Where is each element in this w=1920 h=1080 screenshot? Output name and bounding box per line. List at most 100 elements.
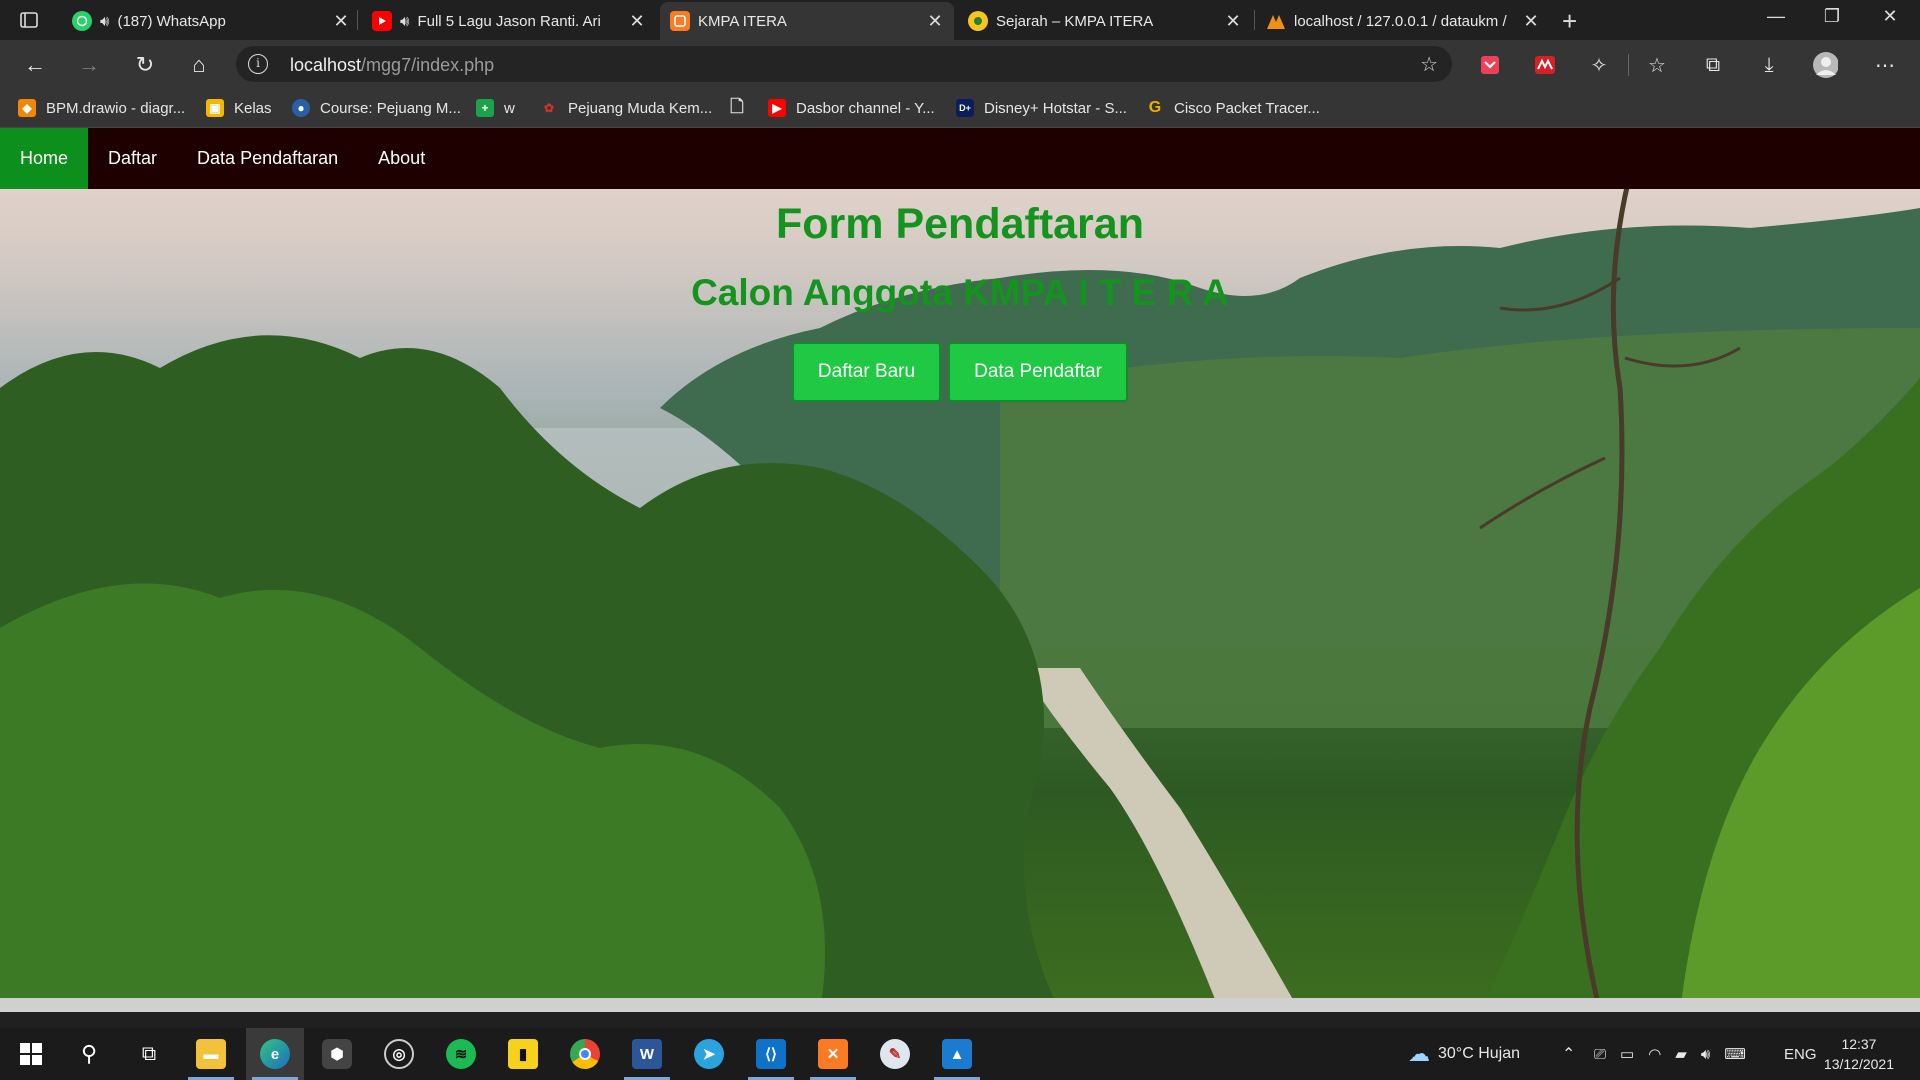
speaker-icon[interactable]: 🔊︎ [100, 13, 109, 30]
close-tab-icon[interactable]: ✕ [1522, 11, 1540, 32]
url-path: /mgg7/index.php [361, 55, 495, 75]
horizontal-scrollbar[interactable] [0, 998, 1920, 1012]
profile-avatar[interactable] [1812, 52, 1838, 78]
downloads-icon[interactable]: ⤓ [1756, 52, 1782, 78]
google-icon: G [1148, 99, 1162, 116]
tab-bar: 🔊︎ (187) WhatsApp ✕ 🔊︎ Full 5 Lagu Jason… [0, 0, 1920, 40]
bookmark-item[interactable]: G Cisco Packet Tracer... [1146, 96, 1320, 120]
extensions-icon[interactable]: ✧ [1586, 52, 1612, 78]
nav-about[interactable]: About [358, 128, 445, 189]
course-icon: ● [292, 99, 310, 117]
taskbar-edge[interactable]: e [246, 1028, 304, 1080]
mendeley-extension-icon[interactable] [1532, 52, 1558, 78]
minimize-icon[interactable]: — [1756, 6, 1796, 27]
bookmark-item[interactable]: + w [476, 96, 515, 120]
taskbar-file-explorer[interactable]: ▬ [182, 1028, 240, 1080]
search-button[interactable]: ⚲ [60, 1028, 118, 1080]
tab-actions-icon[interactable] [16, 8, 42, 32]
home-icon[interactable]: ⌂ [184, 50, 214, 80]
bookmark-item[interactable]: ✿ Pejuang Muda Kem... [540, 96, 712, 120]
taskbar-paint[interactable]: ✎ [866, 1028, 924, 1080]
pocket-extension-icon[interactable] [1477, 52, 1503, 78]
drawio-icon: ◆ [18, 99, 36, 117]
bookmark-item[interactable]: ▶ Dasbor channel - Y... [768, 96, 935, 120]
meet-now-icon[interactable]: ⎚ [1594, 1046, 1606, 1063]
tab-whatsapp[interactable]: 🔊︎ (187) WhatsApp ✕ [62, 2, 360, 40]
bookmark-item[interactable]: D+ Disney+ Hotstar - S... [956, 96, 1127, 120]
show-hidden-icons[interactable]: ⌃ [1562, 1028, 1575, 1080]
bookmark-label: Dasbor channel - Y... [796, 99, 935, 117]
language-indicator[interactable]: ENG [1784, 1028, 1817, 1080]
bookmark-label: w [504, 99, 515, 117]
page-title: Form Pendaftaran [776, 200, 1144, 248]
chrome-icon [570, 1039, 600, 1069]
taskbar-word[interactable]: W [618, 1028, 676, 1080]
taskbar-sticky-notes[interactable]: ▮ [494, 1028, 552, 1080]
site-navbar: Home Daftar Data Pendaftaran About [0, 128, 1920, 189]
tab-phpmyadmin[interactable]: localhost / 127.0.0.1 / dataukm / ✕ [1256, 2, 1550, 40]
taskbar-vscode[interactable]: ⟨⟩ [742, 1028, 800, 1080]
xampp-icon [670, 11, 690, 31]
data-pendaftar-button[interactable]: Data Pendaftar [948, 342, 1128, 402]
wifi-icon[interactable]: ◠ [1648, 1045, 1661, 1063]
clock-date: 13/12/2021 [1823, 1056, 1894, 1072]
bookmark-item[interactable]: ◆ BPM.drawio - diagr... [18, 96, 185, 120]
close-tab-icon[interactable]: ✕ [1224, 11, 1242, 32]
close-tab-icon[interactable]: ✕ [332, 11, 350, 32]
taskbar-obs[interactable]: ⬢ [308, 1028, 366, 1080]
start-icon [20, 1043, 42, 1065]
site-info-icon[interactable]: i [248, 54, 268, 74]
keyboard-icon[interactable]: ⌨ [1724, 1045, 1746, 1063]
refresh-icon[interactable]: ↻ [130, 50, 160, 80]
taskbar-xampp[interactable]: ✕ [804, 1028, 862, 1080]
word-icon: W [632, 1039, 662, 1069]
taskbar-aperture[interactable]: ◎ [370, 1028, 428, 1080]
tab-youtube[interactable]: 🔊︎ Full 5 Lagu Jason Ranti. Ari ✕ [362, 2, 656, 40]
nav-data-pendaftaran[interactable]: Data Pendaftaran [177, 128, 358, 189]
nav-home[interactable]: Home [0, 128, 89, 189]
bookmark-item[interactable]: ● Course: Pejuang M... [292, 96, 461, 120]
daftar-baru-button[interactable]: Daftar Baru [792, 342, 941, 402]
toolbar-divider [1628, 54, 1629, 76]
disney-icon: D+ [956, 99, 974, 117]
tab-kmpa-itera[interactable]: KMPA ITERA ✕ [660, 2, 954, 40]
youtube-icon: ▶ [768, 99, 786, 117]
task-view-button[interactable]: ⧉ [120, 1028, 178, 1080]
taskbar-photos[interactable]: ▲ [928, 1028, 986, 1080]
speaker-icon[interactable]: 🔊︎ [400, 13, 409, 30]
tab-title: Full 5 Lagu Jason Ranti. Ari [417, 12, 601, 30]
bookmark-item[interactable]: ▣ Kelas [206, 96, 272, 120]
close-tab-icon[interactable]: ✕ [926, 11, 944, 32]
battery-icon[interactable]: ▰ [1675, 1045, 1687, 1063]
volume-icon[interactable]: 🔊︎ [1701, 1046, 1710, 1063]
bookmark-item[interactable]: 🗋 [728, 96, 756, 120]
favorites-icon[interactable]: ☆ [1644, 52, 1670, 78]
paint-icon: ✎ [880, 1039, 910, 1069]
system-tray: ⎚ ▭ ◠ ▰ 🔊︎ ⌨ [1594, 1028, 1746, 1080]
nav-daftar[interactable]: Daftar [88, 128, 177, 189]
start-button[interactable] [2, 1028, 60, 1080]
project-icon[interactable]: ▭ [1620, 1045, 1634, 1063]
forward-icon[interactable]: → [74, 50, 104, 80]
close-tab-icon[interactable]: ✕ [628, 11, 646, 32]
taskbar-telegram[interactable]: ➤ [680, 1028, 738, 1080]
back-icon[interactable]: ← [20, 50, 50, 80]
add-favorite-icon[interactable]: ☆ [1420, 52, 1438, 77]
photos-icon: ▲ [942, 1039, 972, 1069]
new-tab-icon[interactable]: + [1562, 6, 1577, 37]
kmpa-logo-icon [968, 11, 988, 31]
page-icon: 🗋 [730, 96, 744, 116]
page-viewport: Home Daftar Data Pendaftaran About Form … [0, 128, 1920, 1012]
weather-text: 30°C Hujan [1438, 1045, 1520, 1062]
restore-icon[interactable]: ❐ [1812, 6, 1852, 27]
taskbar-chrome[interactable] [556, 1028, 614, 1080]
more-menu-icon[interactable]: ⋯ [1872, 52, 1898, 78]
collections-icon[interactable]: ⧉ [1700, 52, 1726, 78]
weather-widget[interactable]: ☁ 30°C Hujan [1408, 1028, 1520, 1080]
url-input[interactable]: i localhost/mgg7/index.php ☆ [236, 46, 1452, 82]
tab-sejarah[interactable]: Sejarah – KMPA ITERA ✕ [958, 2, 1252, 40]
taskbar-spotify[interactable]: ≋ [432, 1028, 490, 1080]
aperture-icon: ◎ [384, 1039, 414, 1069]
close-window-icon[interactable]: ✕ [1870, 6, 1910, 27]
clock[interactable]: 12:37 13/12/2021 [1824, 1034, 1894, 1074]
